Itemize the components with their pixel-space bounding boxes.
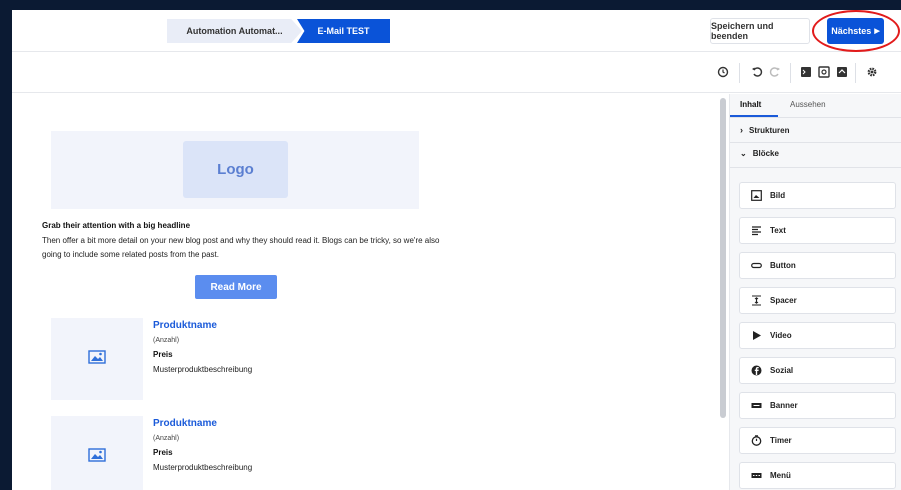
save-and-exit-button[interactable]: Speichern und beenden	[710, 18, 810, 44]
highlight-circle	[812, 10, 900, 52]
button-icon	[750, 260, 762, 272]
product-item[interactable]: Produktname (Anzahl) Preis Musterprodukt…	[51, 318, 451, 400]
section-bloecke[interactable]: ⌄ Blöcke	[740, 149, 779, 158]
step-automation[interactable]: Automation Automat...	[167, 19, 302, 43]
settings-icon[interactable]	[865, 65, 879, 79]
block-menu[interactable]: Menü	[739, 462, 896, 489]
content-sidebar: Inhalt Aussehen › Strukturen ⌄ Blöcke Bi…	[729, 94, 901, 490]
image-placeholder-icon	[88, 349, 106, 369]
step-email[interactable]: E-Mail TEST	[297, 19, 390, 43]
logo-placeholder: Logo	[183, 141, 288, 198]
product-price: Preis	[153, 448, 173, 457]
product-quantity: (Anzahl)	[153, 337, 180, 344]
block-text-label: Text	[770, 226, 786, 235]
section-divider	[730, 142, 901, 143]
section-strukturen[interactable]: › Strukturen	[740, 125, 789, 135]
spacer-icon	[750, 295, 762, 307]
block-sozial[interactable]: Sozial	[739, 357, 896, 384]
history-icon[interactable]	[716, 65, 730, 79]
desktop-preview-icon[interactable]	[799, 65, 813, 79]
logo-block[interactable]: Logo	[51, 131, 419, 209]
email-editor-window: Automation Automat... E-Mail TEST Speich…	[12, 10, 901, 490]
facebook-icon	[750, 365, 762, 377]
play-icon	[750, 330, 762, 342]
product-name: Produktname	[153, 418, 217, 429]
section-bloecke-label: Blöcke	[752, 149, 779, 158]
banner-icon	[750, 400, 762, 412]
save-and-exit-label: Speichern und beenden	[711, 21, 774, 41]
read-more-label: Read More	[210, 281, 262, 293]
block-button-label: Button	[770, 261, 796, 270]
logo-label: Logo	[217, 161, 254, 178]
block-button[interactable]: Button	[739, 252, 896, 279]
tab-divider	[730, 117, 901, 118]
timer-icon	[750, 435, 762, 447]
step-email-label: E-Mail TEST	[317, 26, 370, 36]
block-bild[interactable]: Bild	[739, 182, 896, 209]
product-image	[51, 318, 143, 400]
block-menu-label: Menü	[770, 471, 791, 480]
step-automation-label: Automation Automat...	[186, 26, 283, 36]
product-price: Preis	[153, 350, 173, 359]
product-image	[51, 416, 143, 490]
text-icon	[750, 225, 762, 237]
block-banner[interactable]: Banner	[739, 392, 896, 419]
read-more-button[interactable]: Read More	[195, 275, 277, 299]
block-timer[interactable]: Timer	[739, 427, 896, 454]
block-text[interactable]: Text	[739, 217, 896, 244]
send-test-icon[interactable]	[835, 65, 849, 79]
redo-icon[interactable]	[768, 65, 782, 79]
toolbar-divider	[855, 63, 856, 83]
section-strukturen-label: Strukturen	[749, 125, 790, 135]
product-name: Produktname	[153, 320, 217, 331]
block-timer-label: Timer	[770, 436, 792, 445]
editor-toolbar	[12, 53, 901, 93]
tab-aussehen[interactable]: Aussehen	[790, 100, 826, 109]
block-bild-label: Bild	[770, 191, 786, 200]
block-spacer[interactable]: Spacer	[739, 287, 896, 314]
product-description: Musterproduktbeschreibung	[153, 463, 253, 472]
section-divider	[730, 167, 901, 168]
product-quantity: (Anzahl)	[153, 435, 180, 442]
headline-text[interactable]: Grab their attention with a big headline	[42, 221, 190, 230]
block-video[interactable]: Video	[739, 322, 896, 349]
image-icon	[750, 190, 762, 202]
product-description: Musterproduktbeschreibung	[153, 365, 253, 374]
mobile-preview-icon[interactable]	[817, 65, 831, 79]
block-video-label: Video	[770, 331, 792, 340]
menu-icon	[750, 470, 762, 482]
product-item[interactable]: Produktname (Anzahl) Preis Musterprodukt…	[51, 416, 451, 490]
block-spacer-label: Spacer	[770, 296, 797, 305]
toolbar-divider	[739, 63, 740, 83]
top-bar: Automation Automat... E-Mail TEST Speich…	[12, 10, 901, 52]
block-banner-label: Banner	[770, 401, 798, 410]
chevron-right-icon: ›	[740, 125, 743, 135]
toolbar-divider	[790, 63, 791, 83]
email-canvas: Logo Grab their attention with a big hea…	[12, 94, 717, 490]
undo-icon[interactable]	[750, 65, 764, 79]
body-text[interactable]: Then offer a bit more detail on your new…	[42, 234, 442, 262]
chevron-down-icon: ⌄	[740, 149, 747, 158]
canvas-scrollbar[interactable]	[720, 98, 726, 418]
tab-inhalt[interactable]: Inhalt	[740, 100, 761, 109]
block-sozial-label: Sozial	[770, 366, 794, 375]
image-placeholder-icon	[88, 447, 106, 467]
